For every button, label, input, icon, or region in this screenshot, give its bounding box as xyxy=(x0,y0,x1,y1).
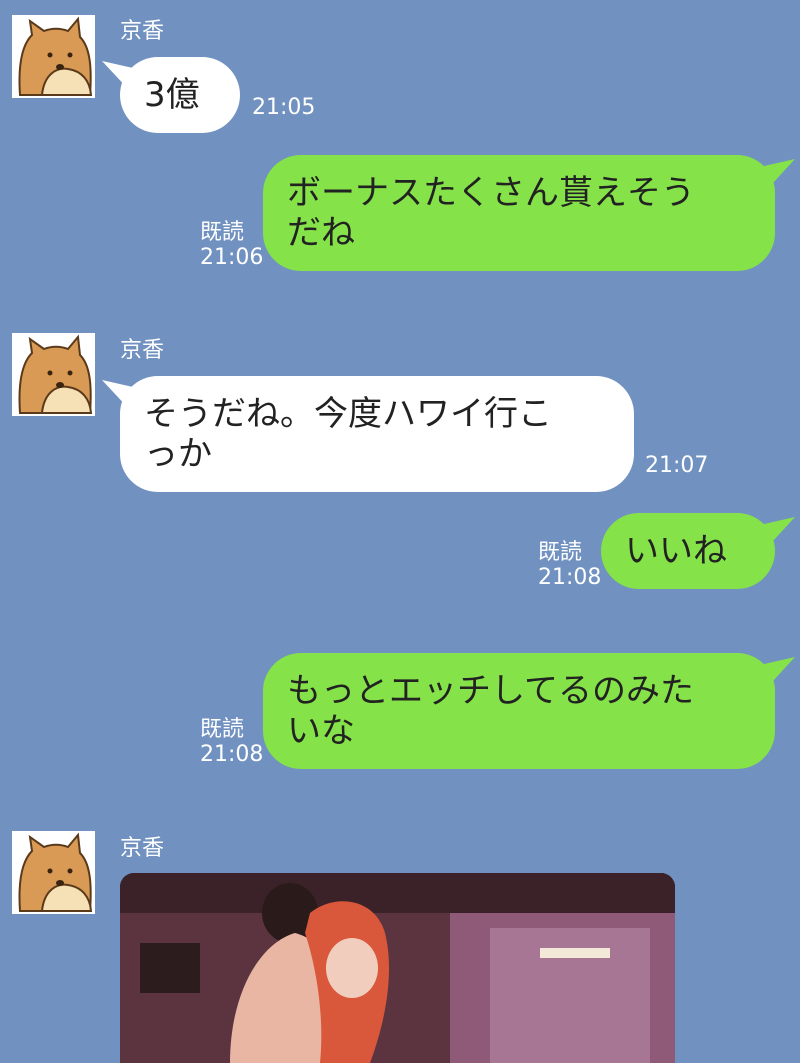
shiba-dog-icon xyxy=(12,831,95,914)
read-receipt: 既読 xyxy=(538,540,583,565)
sender-name: 京香 xyxy=(120,338,165,363)
message-bubble[interactable]: そうだね。今度ハワイ行こ っか xyxy=(120,376,634,492)
avatar[interactable] xyxy=(12,15,95,98)
message-time: 21:06 xyxy=(200,245,264,270)
shiba-dog-icon xyxy=(12,15,95,98)
message-meta: 既読 21:08 xyxy=(538,540,601,590)
message-time: 21:08 xyxy=(538,565,602,590)
message-bubble[interactable]: いいね xyxy=(601,513,775,589)
message-time: 21:08 xyxy=(200,742,264,767)
message-meta: 既読 21:06 xyxy=(200,220,263,270)
sender-name: 京香 xyxy=(120,19,165,44)
shiba-dog-icon xyxy=(12,333,95,416)
message-time: 21:05 xyxy=(252,95,316,120)
image-message[interactable] xyxy=(120,873,675,1063)
message-bubble[interactable]: もっとエッチしてるのみた いな xyxy=(263,653,775,769)
chat-area: 京香 3億 21:05 既読 21:06 ボーナスたくさん貰えそう だね 京香 … xyxy=(0,0,800,1063)
avatar[interactable] xyxy=(12,831,95,914)
sender-name: 京香 xyxy=(120,836,165,861)
avatar[interactable] xyxy=(12,333,95,416)
read-receipt: 既読 xyxy=(200,717,245,742)
message-time: 21:07 xyxy=(645,453,709,478)
message-bubble[interactable]: 3億 xyxy=(120,57,240,133)
read-receipt: 既読 xyxy=(200,220,245,245)
message-meta: 既読 21:08 xyxy=(200,717,263,767)
message-bubble[interactable]: ボーナスたくさん貰えそう だね xyxy=(263,155,775,271)
photo-image-icon xyxy=(120,873,675,1063)
